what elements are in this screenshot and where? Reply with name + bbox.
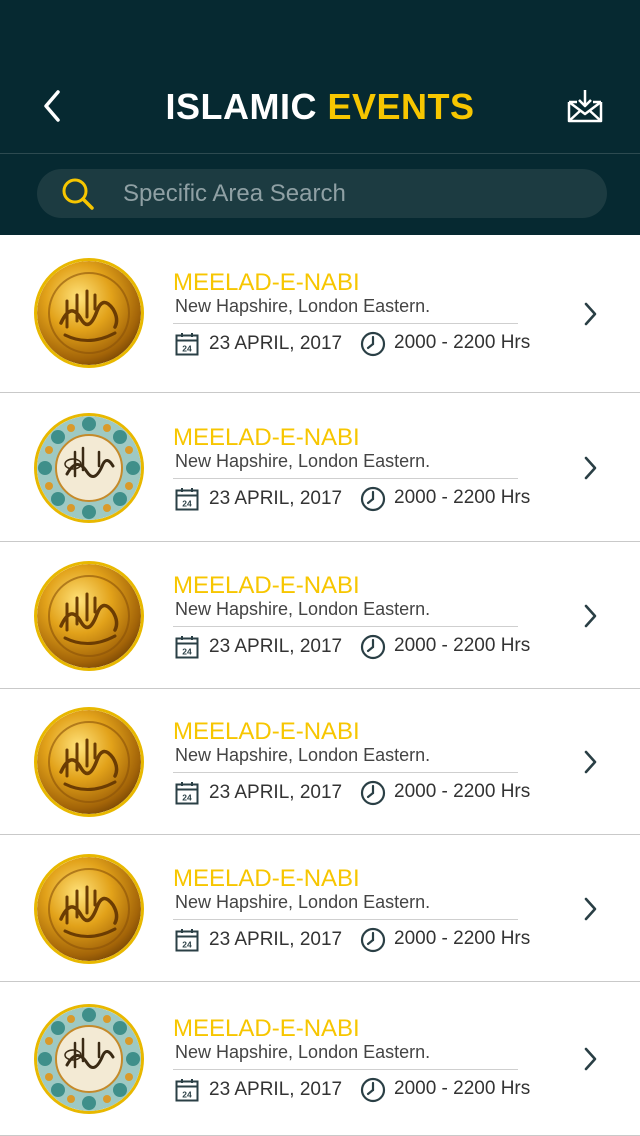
event-title: MEELAD-E-NABI <box>173 424 360 451</box>
chevron-right-icon[interactable] <box>578 453 602 483</box>
clock-icon <box>360 927 386 953</box>
header-divider <box>0 153 640 154</box>
calendar-icon: 24 <box>175 487 199 511</box>
svg-text:24: 24 <box>182 1090 192 1100</box>
event-row[interactable]: MEELAD-E-NABI New Hapshire, London Easter… <box>0 393 640 542</box>
clock-icon <box>360 486 386 512</box>
event-divider <box>173 919 518 920</box>
clock-icon <box>360 780 386 806</box>
events-list: MEELAD-E-NABI New Hapshire, London Easter… <box>0 235 640 1136</box>
chevron-right-icon[interactable] <box>578 1044 602 1074</box>
clock-icon <box>360 1077 386 1103</box>
event-location: New Hapshire, London Eastern. <box>175 296 431 316</box>
event-title: MEELAD-E-NABI <box>173 1015 360 1042</box>
svg-text:24: 24 <box>182 499 192 509</box>
event-thumbnail <box>34 707 144 817</box>
event-row[interactable]: MEELAD-E-NABI New Hapshire, London Easter… <box>0 982 640 1136</box>
app-header: ISLAMIC EVENTS <box>0 0 640 235</box>
search-icon <box>62 178 94 210</box>
clock-icon <box>360 634 386 660</box>
event-divider <box>173 478 518 479</box>
event-row[interactable]: MEELAD-E-NABI New Hapshire, London Easter… <box>0 689 640 835</box>
event-date: 23 APRIL, 2017 <box>209 929 343 950</box>
calendar-icon: 24 <box>175 332 199 356</box>
chevron-right-icon[interactable] <box>578 299 602 329</box>
event-row[interactable]: MEELAD-E-NABI New Hapshire, London Easter… <box>0 835 640 982</box>
event-thumbnail <box>34 854 144 964</box>
page-title: ISLAMIC EVENTS <box>100 84 540 130</box>
event-thumbnail <box>34 561 144 671</box>
event-time: 2000 - 2200 Hrs <box>394 487 531 508</box>
calendar-icon: 24 <box>175 635 199 659</box>
event-thumbnail <box>34 1004 144 1114</box>
event-divider <box>173 323 518 324</box>
search-bar[interactable] <box>37 169 607 218</box>
event-location: New Hapshire, London Eastern. <box>175 745 431 765</box>
event-date: 23 APRIL, 2017 <box>209 636 343 657</box>
chevron-left-icon <box>44 90 60 122</box>
svg-text:24: 24 <box>182 940 192 950</box>
chevron-right-icon[interactable] <box>578 894 602 924</box>
svg-text:24: 24 <box>182 793 192 803</box>
clock-icon <box>360 331 386 357</box>
event-title: MEELAD-E-NABI <box>173 572 360 599</box>
event-time: 2000 - 2200 Hrs <box>394 928 531 949</box>
page-title-part2: EVENTS <box>327 86 475 127</box>
event-date: 23 APRIL, 2017 <box>209 782 343 803</box>
event-location: New Hapshire, London Eastern. <box>175 451 431 471</box>
svg-text:24: 24 <box>182 647 192 657</box>
svg-text:24: 24 <box>182 344 192 354</box>
event-title: MEELAD-E-NABI <box>173 865 360 892</box>
event-time: 2000 - 2200 Hrs <box>394 1078 531 1099</box>
event-title: MEELAD-E-NABI <box>173 718 360 745</box>
chevron-right-icon[interactable] <box>578 601 602 631</box>
event-thumbnail <box>34 413 144 523</box>
event-row[interactable]: MEELAD-E-NABI New Hapshire, London Easter… <box>0 235 640 393</box>
event-time: 2000 - 2200 Hrs <box>394 635 531 656</box>
event-title: MEELAD-E-NABI <box>173 269 360 296</box>
event-divider <box>173 626 518 627</box>
event-row[interactable]: MEELAD-E-NABI New Hapshire, London Easter… <box>0 542 640 689</box>
back-button[interactable] <box>30 84 74 128</box>
calendar-icon: 24 <box>175 928 199 952</box>
event-date: 23 APRIL, 2017 <box>209 333 343 354</box>
calendar-icon: 24 <box>175 781 199 805</box>
search-input[interactable] <box>123 169 583 218</box>
event-location: New Hapshire, London Eastern. <box>175 1042 431 1062</box>
event-date: 23 APRIL, 2017 <box>209 488 343 509</box>
event-location: New Hapshire, London Eastern. <box>175 599 431 619</box>
calendar-icon: 24 <box>175 1078 199 1102</box>
page-title-part1: ISLAMIC <box>165 86 328 127</box>
event-divider <box>173 772 518 773</box>
event-time: 2000 - 2200 Hrs <box>394 332 531 353</box>
event-thumbnail <box>34 258 144 368</box>
inbox-download-icon <box>567 90 603 123</box>
event-time: 2000 - 2200 Hrs <box>394 781 531 802</box>
chevron-right-icon[interactable] <box>578 747 602 777</box>
event-divider <box>173 1069 518 1070</box>
inbox-button[interactable] <box>562 86 608 126</box>
event-location: New Hapshire, London Eastern. <box>175 892 431 912</box>
event-date: 23 APRIL, 2017 <box>209 1079 343 1100</box>
